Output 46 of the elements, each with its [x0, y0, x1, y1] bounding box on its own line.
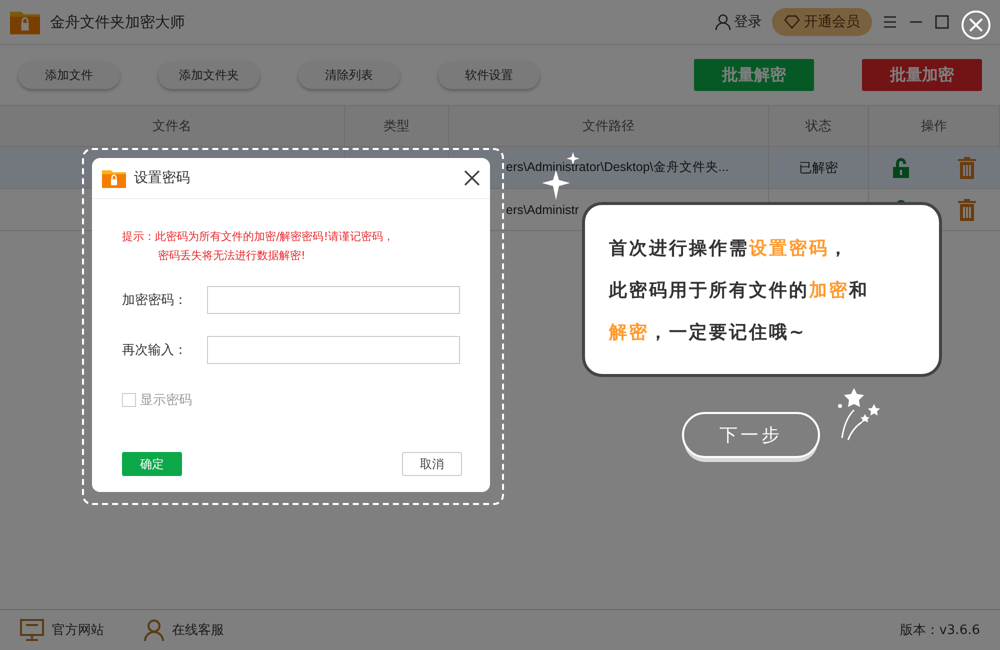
column-header: 状态 — [769, 106, 869, 146]
toolbar-button[interactable]: 软件设置 — [438, 61, 540, 89]
footer-link[interactable]: 官方网站 — [20, 619, 104, 641]
column-header: 操作 — [869, 106, 1000, 146]
version-label: 版本：v3.6.6 — [900, 622, 980, 639]
column-header: 文件路径 — [449, 106, 769, 146]
footer-link[interactable]: 在线客服 — [144, 619, 224, 641]
hint-text: 密码丢失将无法进行数据解密! — [157, 248, 306, 264]
user-icon — [144, 619, 164, 641]
trash-icon[interactable] — [958, 198, 976, 220]
confirm-button[interactable]: 确定 — [122, 452, 182, 476]
table-cell-text: 已解密 — [799, 160, 838, 176]
hint-text: 提示：此密码为所有文件的加密/解密密码!请谨记密码， — [122, 229, 396, 245]
monitor-icon — [20, 619, 44, 641]
checkbox-label: 显示密码 — [140, 392, 192, 409]
folder-lock-icon — [102, 168, 126, 188]
column-header: 文件名 — [0, 106, 345, 146]
menu-icon[interactable] — [882, 14, 898, 30]
toolbar-button[interactable]: 清除列表 — [298, 61, 400, 89]
unlock-icon[interactable] — [893, 158, 910, 178]
user-icon — [715, 14, 731, 30]
cancel-button[interactable]: 取消 — [402, 452, 462, 476]
toolbar-button[interactable]: 添加文件夹 — [158, 61, 260, 89]
toolbar-button[interactable]: 添加文件 — [18, 61, 120, 89]
field-label: 加密密码： — [122, 292, 188, 309]
batch-decrypt-button[interactable]: 批量解密 — [694, 59, 814, 91]
guide-text: 此密码用于所有文件的加密和 — [609, 278, 870, 302]
maximize-icon[interactable] — [934, 14, 950, 30]
column-header: 类型 — [345, 106, 449, 146]
login-link[interactable]: 登录 — [715, 13, 762, 31]
field-label: 再次输入： — [122, 342, 188, 359]
vip-button[interactable]: 开通会员 — [772, 8, 872, 36]
app-title: 金舟文件夹加密大师 — [50, 12, 186, 32]
table-cell: ers\Administr — [506, 202, 579, 216]
dialog-title: 设置密码 — [134, 169, 191, 187]
batch-encrypt-button[interactable]: 批量加密 — [862, 59, 982, 91]
guide-text: 解密，一定要记住哦~ — [609, 320, 808, 344]
guide-text: 首次进行操作需设置密码， — [609, 236, 850, 260]
diamond-icon — [784, 15, 800, 29]
password-field[interactable] — [207, 286, 460, 314]
close-icon[interactable] — [464, 170, 480, 186]
table-cell: ers\Administrator\Desktop\金舟文件夹... — [506, 159, 729, 176]
checkbox[interactable] — [122, 393, 136, 407]
password-field[interactable] — [207, 336, 460, 364]
folder-lock-icon — [10, 9, 40, 35]
trash-icon[interactable] — [958, 156, 976, 178]
